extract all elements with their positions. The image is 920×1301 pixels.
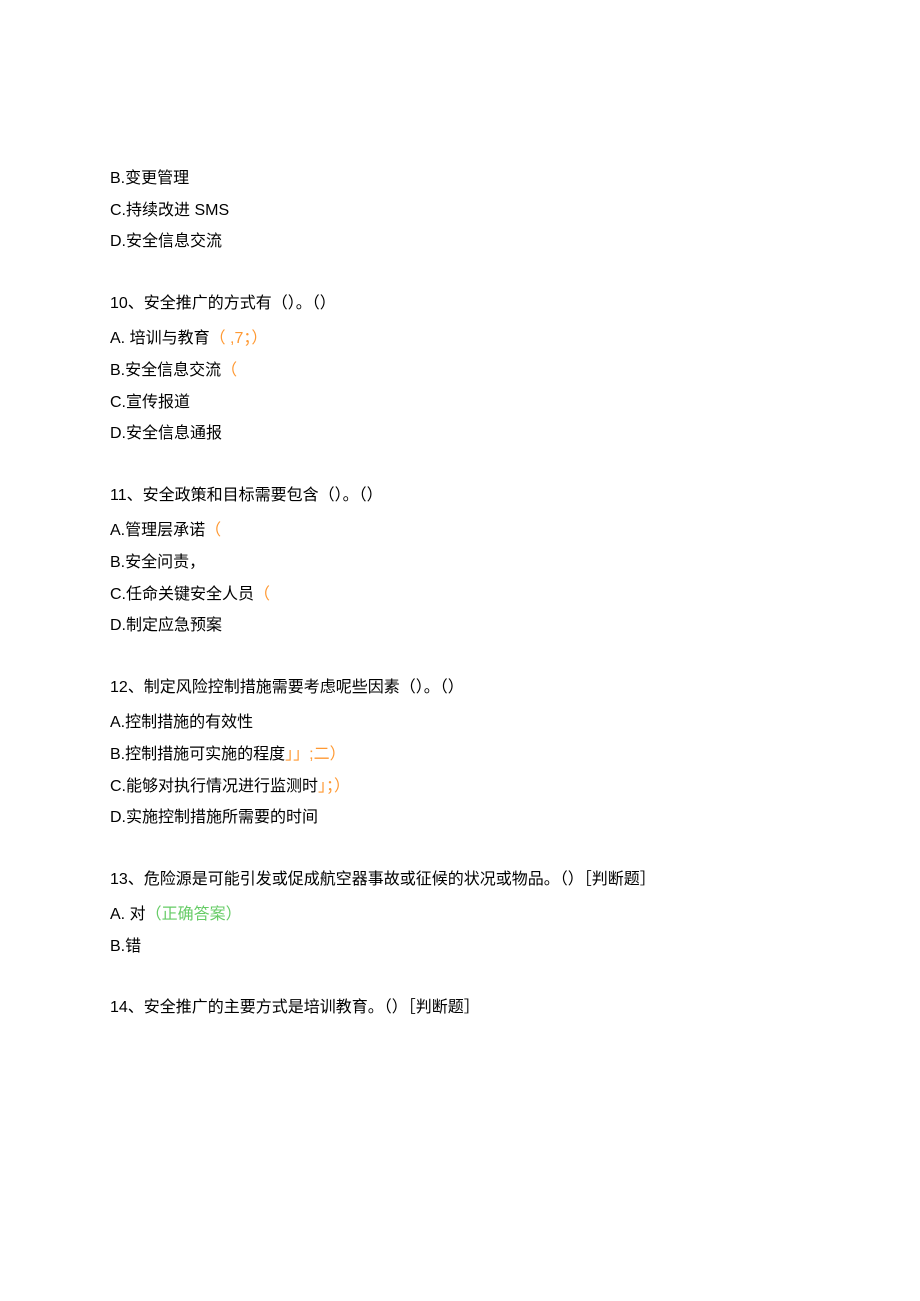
option-text: 安全信息交流 xyxy=(125,362,221,379)
option-suffix: 」；） xyxy=(318,778,350,795)
option-prefix: C. xyxy=(110,202,126,219)
option-text: 制定应急预案 xyxy=(126,617,222,634)
option-row: D.安全信息通报 xyxy=(110,421,810,447)
option-prefix: D. xyxy=(110,425,126,442)
question-label: 12、制定风险控制措施需要考虑呢些因素（）。（） xyxy=(110,679,464,696)
option-row: C.持续改进 SMS xyxy=(110,198,810,224)
document-page: B.变更管理C.持续改进 SMSD.安全信息交流10、安全推广的方式有（）。（）… xyxy=(0,0,920,1301)
option-row: D.制定应急预案 xyxy=(110,613,810,639)
option-text: 安全信息通报 xyxy=(126,425,222,442)
option-prefix: D. xyxy=(110,617,126,634)
question-label: 11、安全政策和目标需要包含（）。（） xyxy=(110,487,383,504)
option-prefix: A. xyxy=(110,906,130,923)
content-container: B.变更管理C.持续改进 SMSD.安全信息交流10、安全推广的方式有（）。（）… xyxy=(110,166,810,1021)
option-row: B.安全问责， xyxy=(110,550,810,576)
option-row: C.任命关键安全人员（ xyxy=(110,582,810,608)
option-suffix: （ ,7；） xyxy=(210,330,268,347)
option-prefix: A. xyxy=(110,522,125,539)
option-text: 培训与教育 xyxy=(130,330,210,347)
option-text: 持续改进 SMS xyxy=(126,202,229,219)
question-text: 11、安全政策和目标需要包含（）。（） xyxy=(110,483,810,509)
option-row: D.实施控制措施所需要的时间 xyxy=(110,805,810,831)
question-text: 13、危险源是可能引发或促成航空器事故或征候的状况或物品。（）［判断题］ xyxy=(110,867,810,893)
option-text: 安全信息交流 xyxy=(126,233,222,250)
option-text: 宣传报道 xyxy=(126,394,190,411)
option-row: B.变更管理 xyxy=(110,166,810,192)
option-prefix: D. xyxy=(110,233,126,250)
option-suffix: （ xyxy=(221,362,237,379)
option-prefix: D. xyxy=(110,809,126,826)
option-row: C.宣传报道 xyxy=(110,390,810,416)
option-text: 变更管理 xyxy=(125,170,189,187)
question-text: 14、安全推广的主要方式是培训教育。（）［判断题］ xyxy=(110,995,810,1021)
option-prefix: C. xyxy=(110,586,126,603)
option-row: B.错 xyxy=(110,934,810,960)
question-text: 10、安全推广的方式有（）。（） xyxy=(110,291,810,317)
option-prefix: C. xyxy=(110,778,126,795)
question-label: 13、危险源是可能引发或促成航空器事故或征候的状况或物品。（）［判断题］ xyxy=(110,871,656,888)
option-text: 控制措施的有效性 xyxy=(125,714,253,731)
option-row: A. 对（正确答案） xyxy=(110,902,810,928)
option-prefix: B. xyxy=(110,554,125,571)
option-prefix: A. xyxy=(110,714,125,731)
option-row: C.能够对执行情况进行监测时」；） xyxy=(110,774,810,800)
option-text: 任命关键安全人员 xyxy=(126,586,254,603)
option-prefix: A. xyxy=(110,330,130,347)
option-prefix: B. xyxy=(110,362,125,379)
option-text: 错 xyxy=(125,938,141,955)
question-label: 14、安全推广的主要方式是培训教育。（）［判断题］ xyxy=(110,999,480,1016)
option-text: 能够对执行情况进行监测时 xyxy=(126,778,318,795)
question-label: 10、安全推广的方式有（）。（） xyxy=(110,295,336,312)
option-suffix: 」」;二） xyxy=(285,746,345,763)
option-prefix: B. xyxy=(110,746,125,763)
option-row: B.安全信息交流（ xyxy=(110,358,810,384)
option-prefix: B. xyxy=(110,938,125,955)
option-suffix: （ xyxy=(254,586,270,603)
option-text: 实施控制措施所需要的时间 xyxy=(126,809,318,826)
option-row: A.控制措施的有效性 xyxy=(110,710,810,736)
question-text: 12、制定风险控制措施需要考虑呢些因素（）。（） xyxy=(110,675,810,701)
option-row: A. 培训与教育（ ,7；） xyxy=(110,326,810,352)
option-text: 管理层承诺 xyxy=(125,522,205,539)
option-prefix: C. xyxy=(110,394,126,411)
option-row: B.控制措施可实施的程度」」;二） xyxy=(110,742,810,768)
option-text: 安全问责， xyxy=(125,554,205,571)
option-row: D.安全信息交流 xyxy=(110,229,810,255)
option-text: 对 xyxy=(130,906,146,923)
option-suffix: （ xyxy=(205,522,221,539)
option-row: A.管理层承诺（ xyxy=(110,518,810,544)
correct-answer-label: （正确答案） xyxy=(146,906,242,923)
option-prefix: B. xyxy=(110,170,125,187)
option-text: 控制措施可实施的程度 xyxy=(125,746,285,763)
